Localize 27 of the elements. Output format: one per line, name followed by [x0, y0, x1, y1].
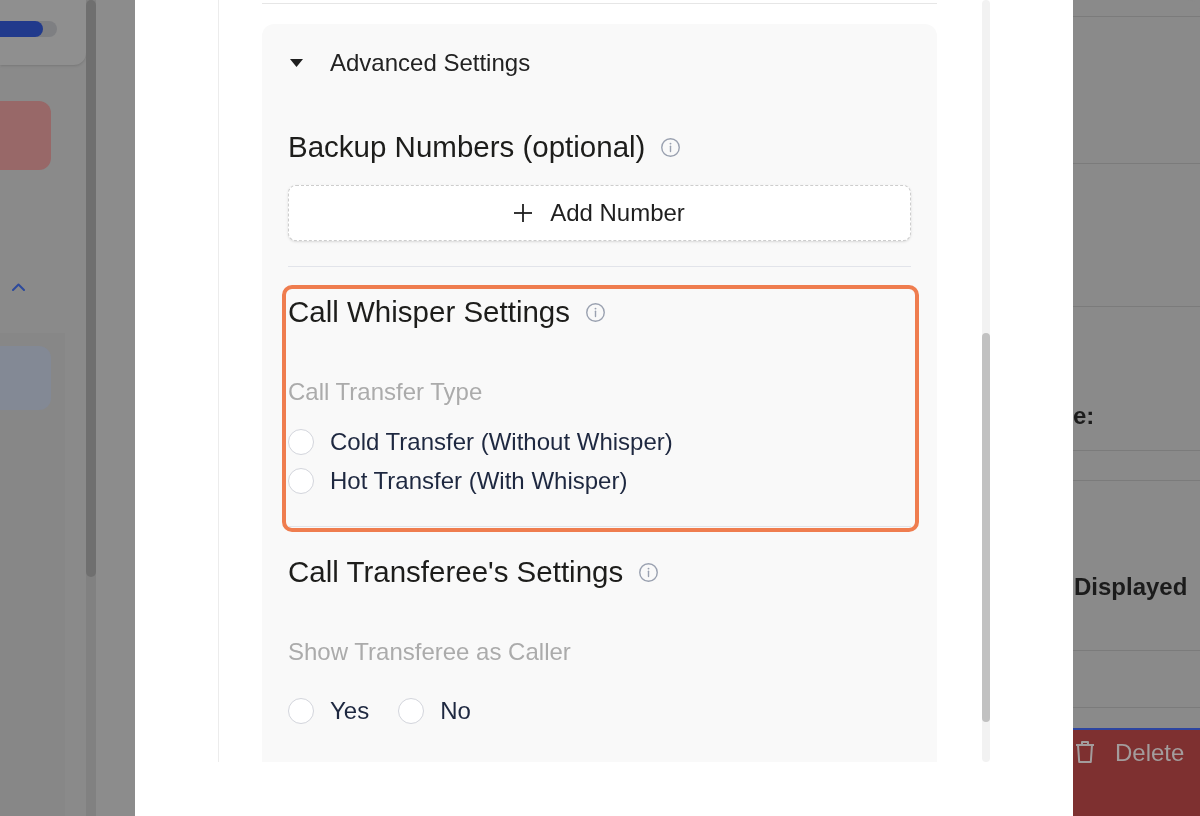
- section-toggle[interactable]: Advanced Settings: [290, 48, 531, 78]
- field-label: e:: [1073, 403, 1095, 429]
- section-title: Call Whisper Settings: [288, 294, 570, 330]
- field-label: Show Transferee as Caller: [288, 638, 571, 666]
- option-label: Cold Transfer (Without Whisper): [330, 427, 673, 457]
- section-title: Backup Numbers (optional): [288, 129, 646, 165]
- info-icon[interactable]: [586, 302, 605, 322]
- radio-button[interactable]: [288, 468, 314, 494]
- field-label: Call Transfer Type: [288, 378, 483, 406]
- radio-button[interactable]: [288, 698, 314, 724]
- info-icon[interactable]: [639, 562, 659, 582]
- trash-icon: [1075, 740, 1095, 764]
- option-label: Yes: [330, 696, 370, 726]
- plus-icon: [514, 204, 533, 222]
- section-title: Call Transferee's Settings: [288, 554, 624, 590]
- scrollbar-thumb[interactable]: [86, 0, 96, 577]
- action-button[interactable]: [0, 101, 51, 170]
- info-icon[interactable]: [661, 137, 681, 157]
- chevron-up-icon[interactable]: [12, 283, 25, 291]
- scrollbar-thumb[interactable]: [982, 333, 990, 722]
- caret-down-icon: [290, 59, 303, 67]
- radio-button[interactable]: [398, 698, 425, 724]
- option-label: Hot Transfer (With Whisper): [330, 466, 628, 496]
- add-number-button[interactable]: Add Number: [288, 185, 911, 241]
- radio-button[interactable]: [288, 429, 314, 455]
- field-label: Displayed: [1074, 574, 1188, 600]
- option-label: No: [440, 696, 471, 726]
